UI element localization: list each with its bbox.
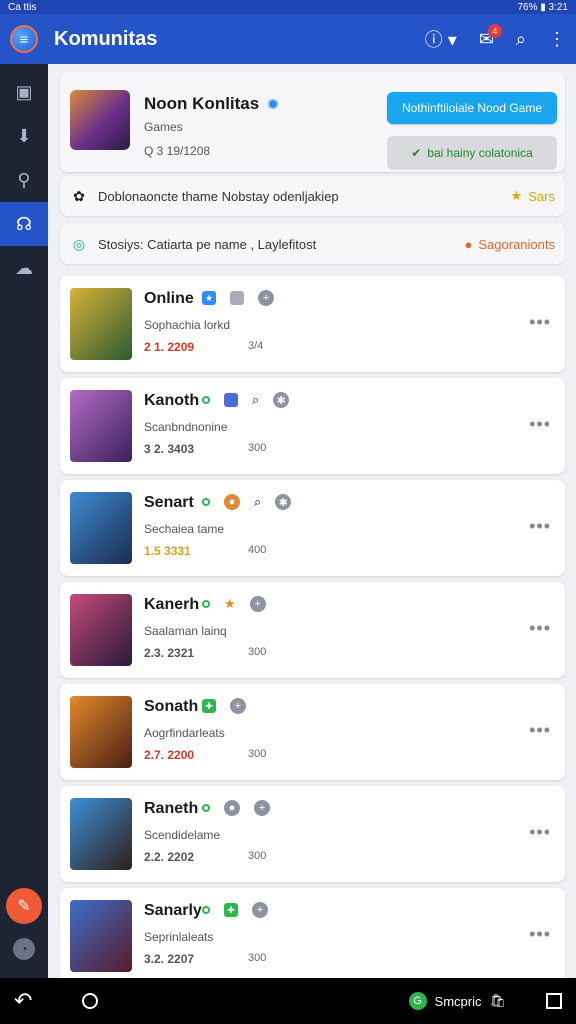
nav-settings-icon[interactable]: ◔ — [13, 938, 35, 960]
game-thumbnail — [70, 390, 132, 462]
online-dot-icon — [202, 906, 210, 914]
gear-icon[interactable]: ✱ — [273, 392, 290, 408]
more-options-icon[interactable]: ••• — [529, 516, 551, 537]
home-icon[interactable] — [82, 993, 98, 1009]
gamepad-icon: ✚ — [224, 903, 238, 917]
flower-icon: ✿ — [73, 187, 85, 204]
search-icon[interactable]: ⌕ — [516, 29, 526, 50]
nav-explore-icon[interactable]: ⚲ — [0, 158, 48, 202]
add-icon[interactable]: + — [252, 902, 268, 918]
bookmark-icon — [224, 393, 238, 407]
game-thumbnail — [70, 492, 132, 564]
back-icon[interactable]: ↶ — [14, 988, 54, 1014]
online-dot-icon — [202, 804, 210, 812]
main-content: Noon Konlitas Games Q 3 19/1208 Nothinft… — [48, 64, 576, 978]
add-icon[interactable]: + — [230, 698, 246, 714]
community-item[interactable]: Online ★ + Sophachia lorkd 2 1. 2209 3/4 … — [60, 276, 565, 372]
account-switch-button[interactable]: ⓘ ▾ — [425, 26, 457, 52]
more-options-icon[interactable]: ••• — [529, 618, 551, 639]
compose-fab-button[interactable]: ✎ — [6, 888, 42, 924]
star-icon: ★ — [224, 596, 236, 611]
app-bar: ≡ Komunitas ⓘ ▾ ✉ 4 ⌕ ⋮ — [0, 14, 576, 64]
status-button[interactable]: ✔ bai hainy colatonica — [387, 136, 557, 170]
online-dot-icon — [202, 396, 210, 404]
community-item[interactable]: Kanoth ⌕ ✱ Scanbndnonine 3 2. 3403 300 ••… — [60, 378, 565, 474]
bag-icon: 🛍 — [489, 993, 506, 1008]
status-bar: Ca ttis 76% ▮ 3:21 — [0, 0, 576, 14]
nav-chat-icon[interactable]: ☁ — [0, 246, 48, 290]
nav-download-icon[interactable]: ⬇ — [0, 114, 48, 158]
check-icon: ✔ — [411, 146, 422, 160]
game-thumbnail — [70, 288, 132, 360]
more-vert-icon[interactable]: ⋮ — [548, 29, 566, 50]
game-thumbnail — [70, 900, 132, 972]
community-category: Games — [144, 120, 183, 134]
square-icon — [230, 291, 244, 305]
verified-icon — [267, 98, 280, 110]
status-right: 76% ▮ 3:21 — [517, 1, 568, 13]
more-options-icon[interactable]: ••• — [529, 822, 551, 843]
join-game-button[interactable]: Nothinftiioiale Nood Game — [387, 92, 557, 124]
gamepad-icon: ✚ — [202, 699, 216, 713]
game-thumbnail — [70, 696, 132, 768]
community-meta: Q 3 19/1208 — [144, 144, 211, 158]
user-icon: ● — [224, 800, 240, 816]
coin-icon: ● — [464, 236, 473, 252]
community-header: Noon Konlitas Games Q 3 19/1208 Nothinft… — [60, 72, 565, 172]
community-item[interactable]: Senart ● ⌕ ✱ Sechaiea tame 1.5 3331 400 ••… — [60, 480, 565, 576]
more-options-icon[interactable]: ••• — [529, 414, 551, 435]
community-item[interactable]: Sanarly ✚ + Seprinlaleats 3.2. 2207 300 •… — [60, 888, 565, 978]
user-icon: ● — [224, 494, 240, 510]
online-dot-icon — [202, 600, 210, 608]
more-options-icon[interactable]: ••• — [529, 924, 551, 945]
search-icon[interactable]: ⌕ — [254, 494, 261, 510]
add-icon[interactable]: + — [254, 800, 270, 816]
community-item[interactable]: Kanerh ★ + Saalaman lainq 2.3. 2321 300 •… — [60, 582, 565, 678]
star-icon: ★ — [510, 188, 523, 203]
notifications-button[interactable]: ✉ 4 — [479, 23, 502, 50]
gear-icon[interactable]: ✱ — [275, 494, 292, 510]
notice-row-2[interactable]: ◎ Stosiys: Catiarta pe name , Laylefitos… — [60, 224, 565, 264]
community-item[interactable]: Raneth ● + Scendidelame 2.2. 2202 300 ••• — [60, 786, 565, 882]
more-options-icon[interactable]: ••• — [529, 312, 551, 333]
search-icon[interactable]: ⌕ — [252, 392, 259, 408]
recents-icon[interactable] — [546, 993, 562, 1009]
add-icon[interactable]: + — [249, 596, 266, 612]
community-item[interactable]: Sonath ✚ + Aogrfindarleats 2.7. 2200 300 … — [60, 684, 565, 780]
game-thumbnail — [70, 594, 132, 666]
notification-badge: 4 — [487, 23, 502, 38]
nav-home-icon[interactable]: ▣ — [0, 70, 48, 114]
status-left: Ca ttis — [8, 1, 37, 13]
nav-community-icon[interactable]: ☊ — [0, 202, 48, 246]
g-icon: G — [408, 992, 427, 1010]
community-title: Noon Konlitas — [144, 94, 280, 114]
more-options-icon[interactable]: ••• — [529, 720, 551, 741]
add-icon[interactable]: + — [258, 290, 274, 306]
community-avatar — [70, 90, 130, 150]
shopping-shortcut[interactable]: G Smcpric 🛍 — [408, 992, 506, 1010]
app-logo-icon[interactable]: ≡ — [10, 25, 38, 53]
app-title: Komunitas — [54, 27, 158, 50]
side-navigation: ▣ ⬇ ⚲ ☊ ☁ ✎ ◔ — [0, 64, 48, 978]
system-nav-bar: ↶ G Smcpric 🛍 — [0, 978, 576, 1024]
game-thumbnail — [70, 798, 132, 870]
badge-star-icon: ★ — [202, 291, 216, 305]
notice-row-1[interactable]: ✿ Doblonaoncte thame Nobstay odenljakiep… — [60, 176, 565, 216]
info-circle-icon: ◎ — [72, 235, 86, 252]
online-dot-icon — [202, 498, 210, 506]
